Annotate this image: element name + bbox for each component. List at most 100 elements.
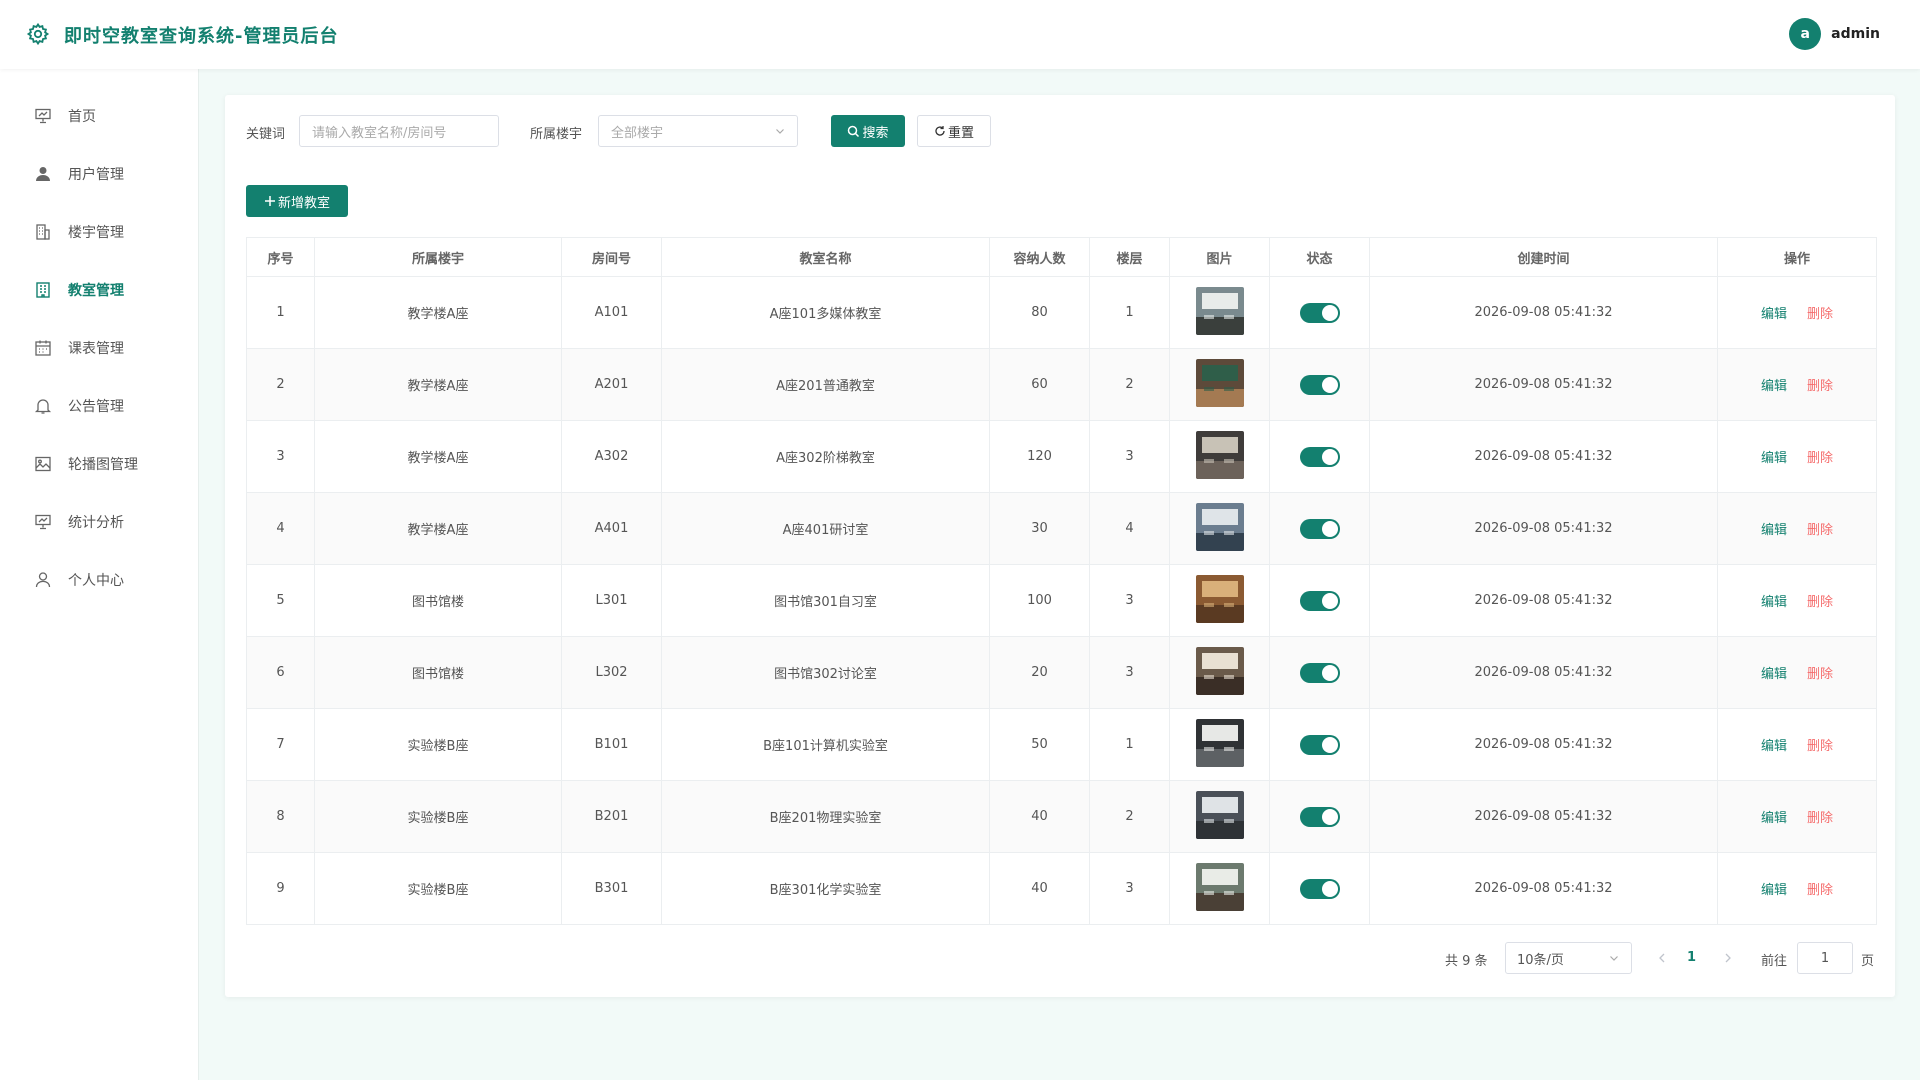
cell-room: L301: [561, 564, 662, 637]
sidebar-item-carousel[interactable]: 轮播图管理: [0, 439, 199, 489]
chart-board-icon: [35, 514, 51, 530]
status-toggle[interactable]: [1299, 590, 1340, 611]
classroom-building-icon: [36, 282, 50, 298]
classroom-thumbnail[interactable]: [1195, 862, 1244, 911]
status-toggle[interactable]: [1299, 446, 1340, 467]
edit-button[interactable]: 编辑: [1761, 307, 1787, 322]
status-toggle[interactable]: [1299, 734, 1340, 755]
sidebar-item-home[interactable]: 首页: [0, 91, 199, 141]
delete-button[interactable]: 删除: [1807, 523, 1833, 538]
sidebar-item-label: 统计分析: [68, 515, 124, 531]
building-select[interactable]: 全部楼宇: [598, 115, 798, 147]
edit-button[interactable]: 编辑: [1761, 883, 1787, 898]
sidebar-item-schedule[interactable]: 课表管理: [0, 323, 199, 373]
edit-button[interactable]: 编辑: [1761, 667, 1787, 682]
classroom-thumbnail[interactable]: [1195, 790, 1244, 839]
cell-image: [1169, 852, 1270, 925]
delete-button[interactable]: 删除: [1807, 307, 1833, 322]
table-body: 1 教学楼A座 A101 A座101多媒体教室 80 1 2026-09-08 05:41:…: [246, 276, 1877, 925]
page-size-select[interactable]: 10条/页: [1505, 942, 1632, 974]
cell-actions: 编辑 删除: [1717, 636, 1877, 709]
search-button[interactable]: 搜索: [831, 115, 905, 147]
prev-page-icon[interactable]: [1655, 951, 1669, 965]
cell-room: B301: [561, 852, 662, 925]
status-toggle[interactable]: [1299, 374, 1340, 395]
sidebar-item-users[interactable]: 用户管理: [0, 149, 199, 199]
classroom-thumbnail[interactable]: [1195, 358, 1244, 407]
cell-floor: 2: [1089, 780, 1170, 853]
reset-button[interactable]: 重置: [917, 115, 991, 147]
edit-button[interactable]: 编辑: [1761, 451, 1787, 466]
cell-status: [1269, 492, 1370, 565]
edit-button[interactable]: 编辑: [1761, 595, 1787, 610]
user-menu[interactable]: a admin: [1789, 18, 1880, 50]
cell-room: A201: [561, 348, 662, 421]
pagination-goto-input[interactable]: 1: [1797, 942, 1853, 974]
delete-button[interactable]: 删除: [1807, 883, 1833, 898]
classroom-thumbnail[interactable]: [1195, 430, 1244, 479]
edit-button[interactable]: 编辑: [1761, 523, 1787, 538]
cell-building: 教学楼A座: [314, 420, 562, 493]
bell-icon: [34, 399, 52, 414]
classroom-thumbnail[interactable]: [1195, 502, 1244, 551]
cell-image: [1169, 780, 1270, 853]
cell-actions: 编辑 删除: [1717, 348, 1877, 421]
status-toggle[interactable]: [1299, 662, 1340, 683]
cell-no: 9: [246, 852, 315, 925]
next-page-icon[interactable]: [1721, 951, 1735, 965]
cell-name: A座201普通教室: [661, 348, 990, 421]
cell-building: 图书馆楼: [314, 636, 562, 709]
app-title: 即时空教室查询系统-管理员后台: [64, 26, 339, 47]
presentation-board-icon: [35, 108, 51, 124]
delete-button[interactable]: 删除: [1807, 667, 1833, 682]
classroom-thumbnail[interactable]: [1195, 286, 1244, 335]
keyword-input[interactable]: 请输入教室名称/房间号: [299, 115, 499, 147]
reset-button-label: 重置: [947, 125, 974, 141]
sidebar-item-statistics[interactable]: 统计分析: [0, 497, 199, 547]
delete-button[interactable]: 删除: [1807, 451, 1833, 466]
classroom-thumbnail[interactable]: [1195, 646, 1244, 695]
table-row: 9 实验楼B座 B301 B座301化学实验室 40 3 2026-09-08 05:41:…: [246, 852, 1877, 925]
avatar[interactable]: a: [1789, 18, 1822, 50]
add-classroom-button[interactable]: 新增教室: [246, 185, 348, 217]
cell-floor: 2: [1089, 348, 1170, 421]
column-header-created: 创建时间: [1369, 237, 1718, 277]
status-toggle[interactable]: [1299, 302, 1340, 323]
edit-button[interactable]: 编辑: [1761, 739, 1787, 754]
classroom-thumbnail[interactable]: [1195, 718, 1244, 767]
column-header-status: 状态: [1269, 237, 1370, 277]
cell-room: A302: [561, 420, 662, 493]
sidebar-item-notices[interactable]: 公告管理: [0, 381, 199, 431]
delete-button[interactable]: 删除: [1807, 595, 1833, 610]
delete-button[interactable]: 删除: [1807, 739, 1833, 754]
pagination-current-page[interactable]: 1: [1687, 950, 1696, 965]
cell-actions: 编辑 删除: [1717, 492, 1877, 565]
edit-button[interactable]: 编辑: [1761, 379, 1787, 394]
status-toggle[interactable]: [1299, 518, 1340, 539]
sidebar-item-buildings[interactable]: 楼宇管理: [0, 207, 199, 257]
cell-capacity: 20: [989, 636, 1090, 709]
delete-button[interactable]: 删除: [1807, 379, 1833, 394]
cell-room: B101: [561, 708, 662, 781]
status-toggle[interactable]: [1299, 806, 1340, 827]
classroom-thumbnail[interactable]: [1195, 574, 1244, 623]
chevron-down-icon: [776, 129, 784, 134]
cell-name: B座101计算机实验室: [661, 708, 990, 781]
cell-capacity: 40: [989, 852, 1090, 925]
cell-created: 2026-09-08 05:41:32: [1369, 852, 1718, 925]
sidebar-item-label: 楼宇管理: [68, 225, 124, 241]
cell-no: 6: [246, 636, 315, 709]
page-size-value: 10条/页: [1517, 952, 1564, 968]
cell-no: 7: [246, 708, 315, 781]
status-toggle[interactable]: [1299, 878, 1340, 899]
calendar-icon: [35, 340, 51, 356]
table-row: 2 教学楼A座 A201 A座201普通教室 60 2 2026-09-08 05:41:3…: [246, 348, 1877, 421]
sidebar-item-classrooms[interactable]: 教室管理: [0, 265, 199, 315]
cell-floor: 3: [1089, 636, 1170, 709]
user-name[interactable]: admin: [1831, 26, 1880, 42]
sidebar-item-profile[interactable]: 个人中心: [0, 555, 199, 605]
edit-button[interactable]: 编辑: [1761, 811, 1787, 826]
delete-button[interactable]: 删除: [1807, 811, 1833, 826]
sidebar-item-label: 用户管理: [68, 167, 124, 183]
cell-status: [1269, 852, 1370, 925]
